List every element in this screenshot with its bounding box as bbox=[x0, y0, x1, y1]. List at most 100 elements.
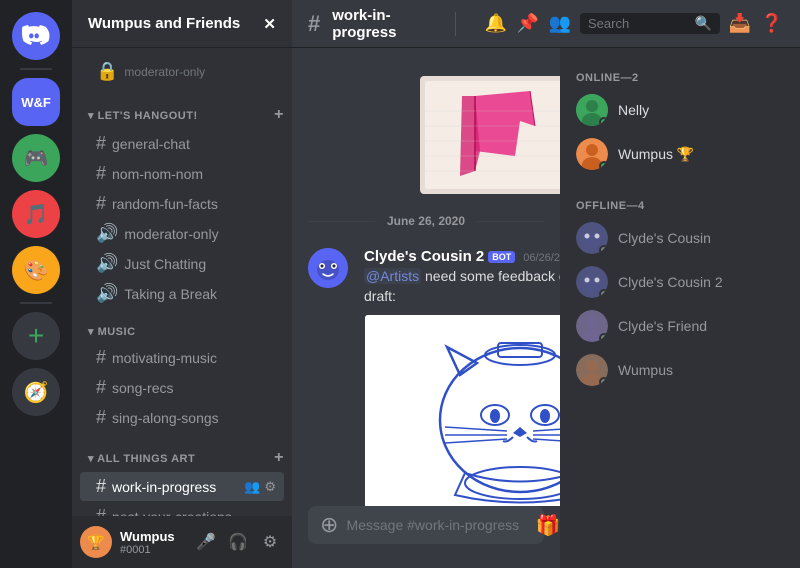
channel-title: work-in-progress bbox=[332, 7, 439, 41]
member-item-clydes-cousin[interactable]: Clyde's Cousin bbox=[568, 216, 792, 260]
hash-icon: # bbox=[96, 163, 106, 184]
message-timestamp: 06/26/2020 bbox=[523, 252, 560, 264]
pin-icon[interactable]: 📌 bbox=[516, 12, 540, 36]
channel-item-random-fun-facts[interactable]: # random-fun-facts bbox=[80, 189, 284, 218]
channel-item-nom-nom-nom[interactable]: # nom-nom-nom bbox=[80, 159, 284, 188]
message-text: @Artists need some feedback on this rece… bbox=[364, 267, 560, 306]
channel-item-work-in-progress[interactable]: # work-in-progress 👥 ⚙ bbox=[80, 472, 284, 501]
channel-label: Taking a Break bbox=[124, 286, 276, 302]
member-item-clydes-cousin-2[interactable]: Clyde's Cousin 2 bbox=[568, 260, 792, 304]
inbox-icon[interactable]: 📥 bbox=[728, 12, 752, 36]
member-item-nelly[interactable]: Nelly bbox=[568, 88, 792, 132]
channel-item-draw-and-chat[interactable]: 🔊 moderator-only bbox=[80, 219, 284, 248]
member-name-nelly: Nelly bbox=[618, 102, 649, 118]
channel-hash-icon: # bbox=[308, 11, 320, 37]
server-list: W&F 🎮 🎵 🎨 + 🧭 bbox=[0, 0, 72, 568]
channel-item-motivating-music[interactable]: # motivating-music bbox=[80, 343, 284, 372]
message-input-actions: 🎁 GIF 😊 bbox=[535, 513, 560, 538]
discord-home-button[interactable] bbox=[12, 12, 60, 60]
settings-button[interactable]: ⚙ bbox=[256, 528, 284, 556]
server-divider bbox=[20, 68, 52, 70]
add-channel-button[interactable]: + bbox=[274, 449, 284, 467]
channel-label: song-recs bbox=[112, 380, 276, 396]
explore-button[interactable]: 🧭 bbox=[12, 368, 60, 416]
channel-item-post-your-creations[interactable]: # post-your-creations bbox=[80, 502, 284, 516]
category-label: ▾ MUSIC bbox=[88, 325, 136, 338]
member-name-wumpus-offline: Wumpus bbox=[618, 362, 673, 378]
channel-item-general-chat[interactable]: # general-chat bbox=[80, 129, 284, 158]
category-music[interactable]: ▾ MUSIC bbox=[72, 309, 292, 342]
members-icon[interactable]: 👥 bbox=[548, 12, 572, 36]
member-name-clydes-cousin: Clyde's Cousin bbox=[618, 230, 711, 246]
channel-label: motivating-music bbox=[112, 350, 276, 366]
search-input[interactable] bbox=[588, 16, 689, 31]
pink-sketch-image bbox=[420, 76, 560, 194]
member-item-wumpus-online[interactable]: Wumpus 🏆 bbox=[568, 132, 792, 176]
category-all-things-art[interactable]: ▾ ALL THINGS ART + bbox=[72, 433, 292, 471]
message-group-image bbox=[292, 64, 560, 198]
message-content-clydes-cousin-2: Clyde's Cousin 2 06/26/2020 @Artists nee… bbox=[364, 248, 560, 506]
wumpus-server-icon[interactable]: W&F bbox=[12, 78, 60, 126]
date-divider: June 26, 2020 bbox=[292, 206, 560, 236]
channel-item-sing-along-songs[interactable]: # sing-along-songs bbox=[80, 403, 284, 432]
channel-item-taking-a-break[interactable]: 🔊 Taking a Break bbox=[80, 279, 284, 308]
server-icon-3[interactable]: 🎵 bbox=[12, 190, 60, 238]
channel-sidebar: Wumpus and Friends ✕ 🔒 moderator-only ▾ … bbox=[72, 0, 292, 568]
status-dot bbox=[599, 117, 608, 126]
add-attachment-button[interactable]: ⊕ bbox=[320, 512, 338, 538]
category-lets-hangout[interactable]: ▾ LET'S HANGOUT! + bbox=[72, 90, 292, 128]
hash-icon: # bbox=[96, 506, 106, 516]
category-label: ▾ ALL THINGS ART bbox=[88, 452, 195, 465]
bell-icon[interactable]: 🔔 bbox=[484, 12, 508, 36]
channel-label: post-your-creations bbox=[112, 509, 276, 517]
hash-icon: # bbox=[96, 133, 106, 154]
status-dot bbox=[599, 161, 608, 170]
cat-sketch-image bbox=[364, 314, 560, 506]
deafen-button[interactable]: 🎧 bbox=[224, 528, 252, 556]
channel-item-just-chatting[interactable]: 🔊 Just Chatting bbox=[80, 249, 284, 278]
voice-icon: 🔊 bbox=[96, 223, 118, 244]
channel-label: general-chat bbox=[112, 136, 276, 152]
settings-icon[interactable]: ⚙ bbox=[264, 479, 276, 495]
hash-icon: # bbox=[96, 407, 106, 428]
content-area: June 26, 2020 bbox=[292, 48, 800, 568]
channel-label: Just Chatting bbox=[124, 256, 276, 272]
channel-label: moderator-only bbox=[124, 65, 276, 79]
gift-icon[interactable]: 🎁 bbox=[535, 513, 560, 538]
voice-icon: 🔊 bbox=[96, 253, 118, 274]
member-item-clydes-friend[interactable]: Clyde's Friend bbox=[568, 304, 792, 348]
member-list: ONLINE—2 Nelly bbox=[560, 48, 800, 568]
server-icon-4[interactable]: 🎨 bbox=[12, 246, 60, 294]
add-channel-button[interactable]: + bbox=[274, 106, 284, 124]
chevron-down-icon: ✕ bbox=[263, 15, 276, 33]
channel-label: sing-along-songs bbox=[112, 410, 276, 426]
hash-icon: # bbox=[96, 193, 106, 214]
search-box[interactable]: 🔍 bbox=[580, 13, 720, 34]
add-server-button[interactable]: + bbox=[12, 312, 60, 360]
online-section-header: ONLINE—2 bbox=[568, 64, 792, 88]
user-panel: 🏆 Wumpus #0001 🎤 🎧 ⚙ bbox=[72, 516, 292, 568]
channel-list: 🔒 moderator-only ▾ LET'S HANGOUT! + # ge… bbox=[72, 48, 292, 516]
server-name: Wumpus and Friends bbox=[88, 15, 240, 32]
message-input[interactable] bbox=[346, 506, 527, 544]
message-group-clydes-cousin-2: Clyde's Cousin 2 06/26/2020 @Artists nee… bbox=[292, 244, 560, 506]
server-icon-2[interactable]: 🎮 bbox=[12, 134, 60, 182]
offline-section-header: OFFLINE—4 bbox=[568, 192, 792, 216]
hash-icon: # bbox=[96, 347, 106, 368]
channel-label: random-fun-facts bbox=[112, 196, 276, 212]
members-icon[interactable]: 👥 bbox=[244, 479, 260, 495]
channel-item-song-recs[interactable]: # song-recs bbox=[80, 373, 284, 402]
server-header[interactable]: Wumpus and Friends ✕ bbox=[72, 0, 292, 48]
message-header: Clyde's Cousin 2 06/26/2020 bbox=[364, 248, 560, 265]
member-item-wumpus-offline[interactable]: Wumpus bbox=[568, 348, 792, 392]
member-avatar-wumpus bbox=[576, 138, 608, 170]
status-dot bbox=[599, 289, 608, 298]
mute-button[interactable]: 🎤 bbox=[192, 528, 220, 556]
mention[interactable]: @Artists bbox=[364, 268, 421, 284]
channel-label: moderator-only bbox=[124, 226, 276, 242]
current-user-avatar: 🏆 bbox=[80, 526, 112, 558]
help-icon[interactable]: ❓ bbox=[760, 12, 784, 36]
member-avatar-clydes-friend bbox=[576, 310, 608, 342]
channel-label: work-in-progress bbox=[112, 479, 238, 495]
channel-item-moderator-only[interactable]: 🔒 moderator-only bbox=[80, 57, 284, 86]
